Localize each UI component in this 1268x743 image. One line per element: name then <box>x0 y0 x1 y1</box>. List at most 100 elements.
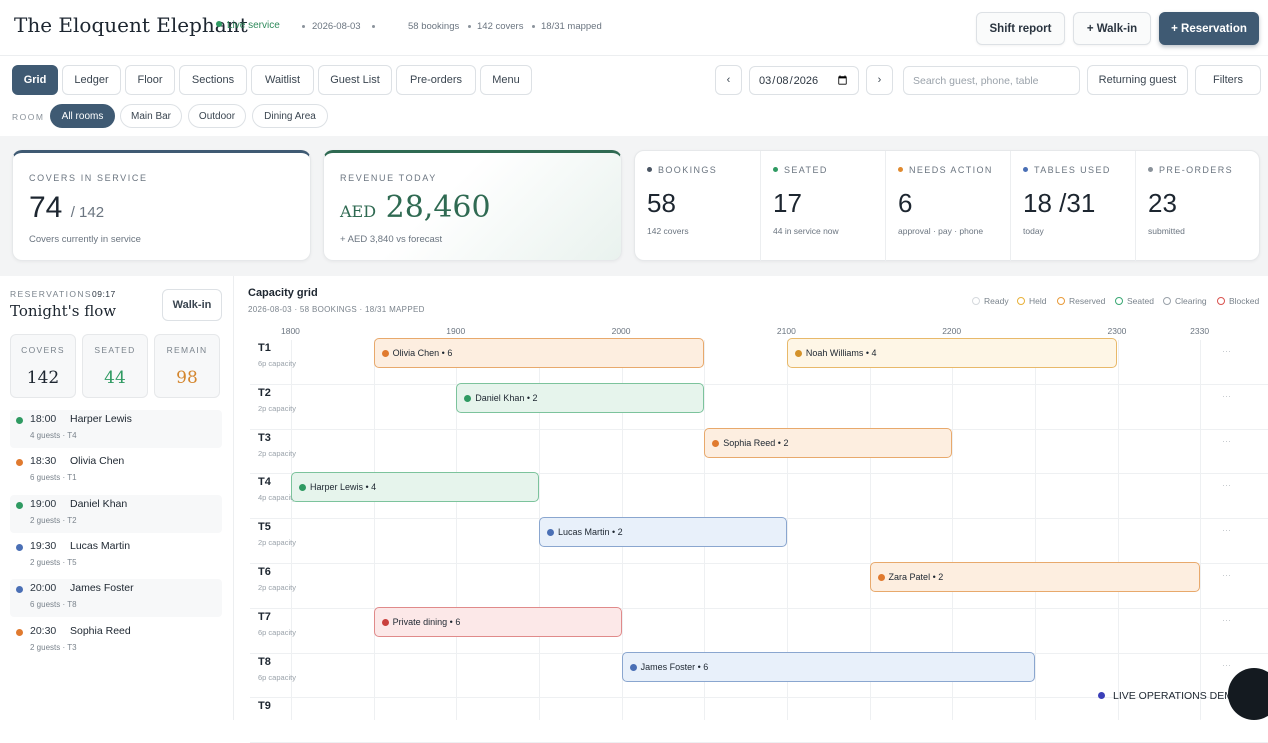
sidebar-title: Tonight's flow <box>10 302 117 320</box>
tab-floor[interactable]: Floor <box>125 65 175 95</box>
stat-value: 23 <box>1148 188 1177 218</box>
hour-tick: 1800 <box>281 326 300 336</box>
stat-label: PRE-ORDERS <box>1148 165 1233 175</box>
reservation-name: James Foster <box>70 582 134 595</box>
header-mapped: 18/31 mapped <box>541 21 602 32</box>
reservation-row[interactable]: 18:30 Olivia Chen 6 guests · T1 <box>10 452 222 490</box>
filters-button[interactable]: Filters <box>1195 65 1261 95</box>
sidebar-walk-in-button[interactable]: Walk-in <box>162 289 222 321</box>
tab-pre-orders[interactable]: Pre-orders <box>396 65 476 95</box>
table-capacity: 2p capacity <box>258 583 296 592</box>
legend-item: Seated <box>1115 296 1154 306</box>
stat-label: NEEDS ACTION <box>898 165 993 175</box>
tab-ledger[interactable]: Ledger <box>62 65 121 95</box>
live-service-indicator: Live service <box>216 20 280 31</box>
covers-card: COVERS IN SERVICE 74 / 142 Covers curren… <box>12 150 311 261</box>
reservation-details: 6 guests · T8 <box>30 600 77 610</box>
hour-tick: 2200 <box>942 326 962 336</box>
date-picker[interactable] <box>749 66 859 95</box>
row-trail: ··· <box>1222 346 1231 356</box>
reservation-name: Olivia Chen <box>70 455 125 468</box>
booking-block[interactable]: Private dining • 6 <box>373 606 622 637</box>
next-day-button[interactable]: › <box>866 65 893 95</box>
grid-line <box>373 340 375 720</box>
stat-label: SEATED <box>773 165 828 175</box>
reservation-time: 20:30 <box>30 624 57 637</box>
separator-dot <box>468 25 471 28</box>
reservation-row[interactable]: 19:30 Lucas Martin 2 guests · T5 <box>10 537 222 575</box>
new-reservation-button[interactable]: + Reservation <box>1159 12 1259 45</box>
status-dot <box>16 628 23 636</box>
reservation-name: Daniel Khan <box>70 497 128 510</box>
reservation-details: 6 guests · T1 <box>30 473 77 483</box>
separator-dot <box>532 25 535 28</box>
tab-sections[interactable]: Sections <box>179 65 247 95</box>
booking-block[interactable]: Lucas Martin • 2 <box>538 517 787 548</box>
walk-in-button[interactable]: + Walk-in <box>1073 12 1151 45</box>
summary-value: 44 <box>104 368 126 388</box>
room-label: ROOM <box>12 112 45 122</box>
reservation-time: 20:00 <box>30 582 57 595</box>
header-date: 2026-08-03 <box>312 21 361 32</box>
revenue-sub: + AED 3,840 vs forecast <box>340 234 443 245</box>
sidebar-eyebrow: RESERVATIONS09:17 <box>10 289 116 299</box>
shift-report-button[interactable]: Shift report <box>976 12 1065 45</box>
booking-block[interactable]: James Foster • 6 <box>621 651 1035 682</box>
table-name: T8 <box>258 655 271 668</box>
tab-grid[interactable]: Grid <box>12 65 58 95</box>
brand-name: The Eloquent Elephant <box>14 13 248 37</box>
room-chip-dining-area[interactable]: Dining Area <box>252 104 328 128</box>
booking-block[interactable]: Olivia Chen • 6 <box>373 338 705 368</box>
separator-dot <box>372 25 375 28</box>
legend-item: Clearing <box>1163 296 1207 306</box>
prev-day-button[interactable]: ‹ <box>715 65 742 95</box>
reservation-row[interactable]: 20:00 James Foster 6 guests · T8 <box>10 579 222 618</box>
booking-block[interactable]: Zara Patel • 2 <box>869 562 1201 592</box>
table-capacity: 2p capacity <box>258 448 296 458</box>
table-name: T7 <box>258 610 271 623</box>
hour-tick: 2100 <box>776 326 796 336</box>
hour-tick: 2000 <box>611 326 631 336</box>
live-demo-label: LIVE OPERATIONS DEMO <box>1098 690 1241 702</box>
summary-value: 98 <box>176 368 198 388</box>
stat-value: 6 <box>898 188 913 218</box>
booking-block[interactable]: Noah Williams • 4 <box>786 338 1118 368</box>
row-divider <box>250 383 1268 385</box>
revenue-card: REVENUE TODAY AED 28,460 + AED 3,840 vs … <box>323 150 622 261</box>
tab-menu[interactable]: Menu <box>480 65 532 95</box>
header-bookings: 58 bookings <box>408 21 460 32</box>
reservation-details: 2 guests · T3 <box>30 642 77 652</box>
table-name: T1 <box>258 342 271 354</box>
reservation-row[interactable]: 19:00 Daniel Khan 2 guests · T2 <box>10 494 222 533</box>
status-dot <box>16 417 23 424</box>
tab-guest-list[interactable]: Guest List <box>318 65 392 95</box>
grid-line <box>1117 340 1119 720</box>
reservation-name: Lucas Martin <box>70 539 131 552</box>
row-trail: ··· <box>1222 614 1231 625</box>
reservation-time: 18:00 <box>30 413 57 425</box>
hour-tick: 1900 <box>446 326 466 336</box>
reservation-row[interactable]: 20:30 Sophia Reed 2 guests · T3 <box>10 622 222 660</box>
returning-guest-button[interactable]: Returning guest <box>1087 65 1188 95</box>
grid-subtitle: 2026-08-03 · 58 BOOKINGS · 18/31 MAPPED <box>248 305 425 314</box>
reservation-row[interactable]: 18:00 Harper Lewis 4 guests · T4 <box>10 410 222 448</box>
room-chip-outdoor[interactable]: Outdoor <box>188 104 246 128</box>
booking-block[interactable]: Daniel Khan • 2 <box>456 382 705 413</box>
table-name: T5 <box>258 521 271 534</box>
stat-value: 17 <box>773 188 802 218</box>
table-capacity: 2p capacity <box>258 538 296 548</box>
booking-block[interactable]: Harper Lewis • 4 <box>291 472 539 503</box>
table-name: T9 <box>258 700 271 713</box>
room-chip-all[interactable]: All rooms <box>50 104 115 128</box>
room-chip-main-bar[interactable]: Main Bar <box>120 104 182 128</box>
table-name: T2 <box>258 386 271 399</box>
reservation-time: 18:30 <box>30 455 57 468</box>
row-trail: ··· <box>1222 390 1231 401</box>
search-input[interactable] <box>903 66 1080 95</box>
tab-waitlist[interactable]: Waitlist <box>251 65 314 95</box>
row-trail: ··· <box>1222 570 1231 580</box>
stat-label: TABLES USED <box>1023 165 1111 175</box>
grid-line <box>291 340 292 720</box>
booking-block[interactable]: Sophia Reed • 2 <box>704 427 953 458</box>
stat-label: BOOKINGS <box>647 165 717 175</box>
